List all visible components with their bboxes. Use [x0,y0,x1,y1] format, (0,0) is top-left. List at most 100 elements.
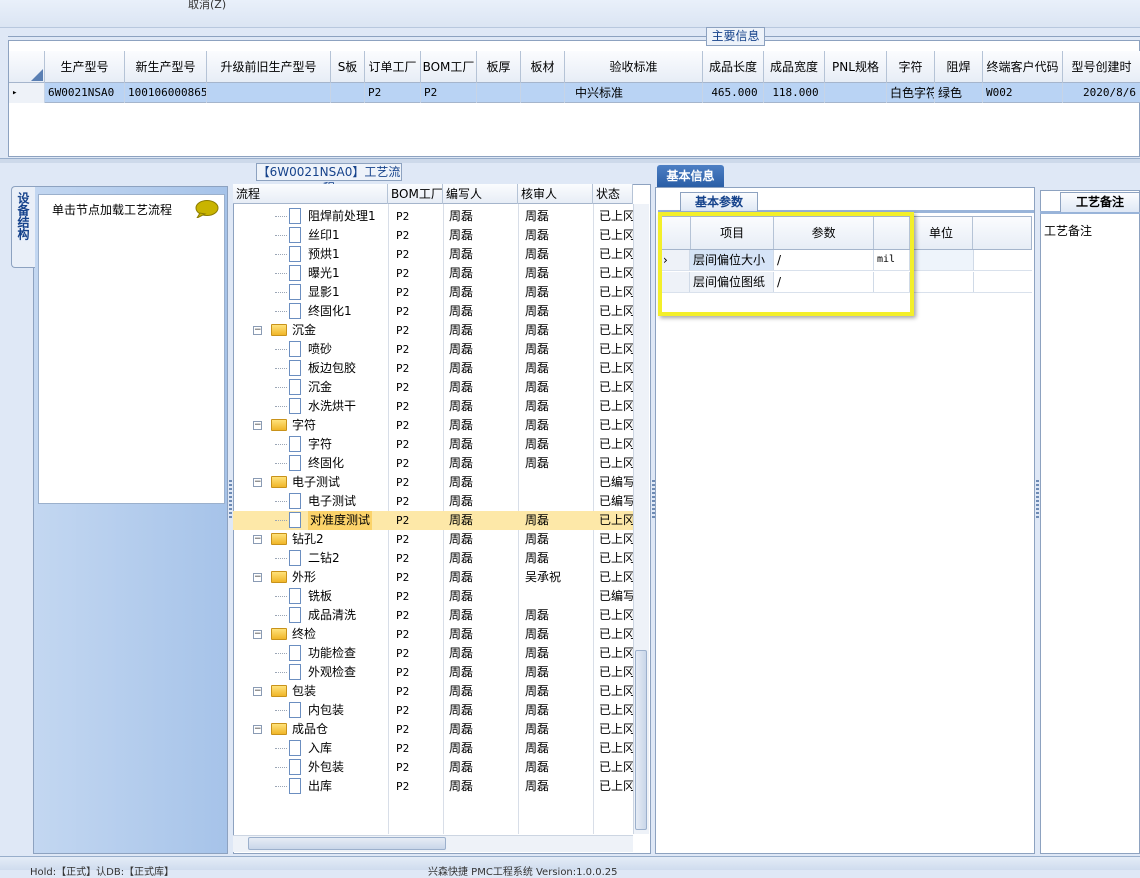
flow-node-label: 内包装 [308,703,345,717]
flow-tree-row[interactable]: 显影1 P2 周磊 周磊 已上冈 [233,283,633,302]
flow-cell-bom: P2 [396,571,410,584]
flow-node[interactable]: 丝印1 [233,226,388,245]
flow-node[interactable]: − 外形 [233,568,388,587]
main-col-header: 新生产型号 [125,51,207,83]
flow-tree-row[interactable]: 喷砂 P2 周磊 周磊 已上冈 [233,340,633,359]
flow-node[interactable]: 阻焊前处理1 [233,207,388,226]
flow-tree-row[interactable]: 终固化 P2 周磊 周磊 已上冈 [233,454,633,473]
collapse-icon[interactable]: − [253,725,262,734]
flow-cell-reviewer: 周磊 [525,266,550,280]
flow-tree-row[interactable]: 内包装 P2 周磊 周磊 已上冈 [233,701,633,720]
flow-node[interactable]: − 钻孔2 [233,530,388,549]
flow-tree-row[interactable]: − 终检 P2 周磊 周磊 已上冈 [233,625,633,644]
flow-node[interactable]: 出库 [233,777,388,796]
flow-node[interactable]: 终固化1 [233,302,388,321]
flow-node-label: 终检 [292,627,317,641]
tab-basic-params[interactable]: 基本参数 [680,192,758,211]
flow-tree-row[interactable]: 丝印1 P2 周磊 周磊 已上冈 [233,226,633,245]
collapse-icon[interactable]: − [253,573,262,582]
flow-tree-row[interactable]: 对准度测试 P2 周磊 周磊 已上冈 [233,511,633,530]
collapse-icon[interactable]: − [253,630,262,639]
flow-node[interactable]: 板边包胶 [233,359,388,378]
flow-tree-row[interactable]: 板边包胶 P2 周磊 周磊 已上冈 [233,359,633,378]
flow-tree-row[interactable]: − 字符 P2 周磊 周磊 已上冈 [233,416,633,435]
flow-node[interactable]: 喷砂 [233,340,388,359]
flow-cell-reviewer: 周磊 [525,684,550,698]
horizontal-splitter[interactable] [0,158,1140,163]
flow-node[interactable]: − 成品仓 [233,720,388,739]
params-col-unit: 单位 [910,217,974,249]
load-flow-hint: 单击节点加载工艺流程 [52,203,173,217]
flow-node[interactable]: 终固化 [233,454,388,473]
flow-cell-status: 已上冈 [599,608,633,622]
flow-tree-row[interactable]: 出库 P2 周磊 周磊 已上冈 [233,777,633,796]
flow-node[interactable]: − 终检 [233,625,388,644]
flow-node[interactable]: 预烘1 [233,245,388,264]
main-cell: 465.000 [703,83,764,103]
flow-tree-row[interactable]: − 电子测试 P2 周磊 已编写 [233,473,633,492]
flow-horizontal-scroll-thumb[interactable] [248,837,446,850]
flow-node[interactable]: 功能检查 [233,644,388,663]
flow-tree-row[interactable]: 电子测试 P2 周磊 已编写 [233,492,633,511]
flow-tree-row[interactable]: 字符 P2 周磊 周磊 已上冈 [233,435,633,454]
flow-tree-row[interactable]: 外包装 P2 周磊 周磊 已上冈 [233,758,633,777]
flow-tree-row[interactable]: 成品清洗 P2 周磊 周磊 已上冈 [233,606,633,625]
splitter-grip[interactable] [652,480,655,520]
flow-node[interactable]: 二钻2 [233,549,388,568]
tree-connector [275,273,287,274]
flow-node[interactable]: 沉金 [233,378,388,397]
flow-node[interactable]: 外包装 [233,758,388,777]
flow-tree-row[interactable]: − 沉金 P2 周磊 周磊 已上冈 [233,321,633,340]
flow-node[interactable]: 成品清洗 [233,606,388,625]
main-grid-row[interactable]: ▸6W0021NSA010010600086522 P2P2 中兴标准465.000… [9,83,1140,103]
flow-node[interactable]: − 包装 [233,682,388,701]
splitter-grip[interactable] [229,480,232,520]
flow-node[interactable]: 曝光1 [233,264,388,283]
collapse-icon[interactable]: − [253,478,262,487]
flow-node[interactable]: 对准度测试 [233,511,388,530]
flow-tree-row[interactable]: 功能检查 P2 周磊 周磊 已上冈 [233,644,633,663]
flow-tree-row[interactable]: 预烘1 P2 周磊 周磊 已上冈 [233,245,633,264]
flow-cell-status: 已上冈 [599,399,633,413]
flow-node[interactable]: 铣板 [233,587,388,606]
flow-tree-row[interactable]: − 包装 P2 周磊 周磊 已上冈 [233,682,633,701]
flow-node[interactable]: − 电子测试 [233,473,388,492]
collapse-icon[interactable]: − [253,421,262,430]
collapse-icon[interactable]: − [253,326,262,335]
flow-node[interactable]: 内包装 [233,701,388,720]
cancel-button[interactable]: 取消(Z) [188,0,226,12]
flow-tree-row[interactable]: 水洗烘干 P2 周磊 周磊 已上冈 [233,397,633,416]
collapse-icon[interactable]: − [253,535,262,544]
flow-tree-row[interactable]: 外观检查 P2 周磊 周磊 已上冈 [233,663,633,682]
document-icon [289,550,301,566]
flow-cell-writer: 周磊 [449,304,474,318]
flow-node[interactable]: − 字符 [233,416,388,435]
flow-node[interactable]: 电子测试 [233,492,388,511]
flow-tree-row[interactable]: 入库 P2 周磊 周磊 已上冈 [233,739,633,758]
flow-vertical-scroll-thumb[interactable] [635,650,647,830]
flow-tree-row[interactable]: − 外形 P2 周磊 吴承祝 已上冈 [233,568,633,587]
equipment-tree-box[interactable] [38,194,225,504]
flow-tree-row[interactable]: 铣板 P2 周磊 已编写 [233,587,633,606]
tab-process-remarks[interactable]: 工艺备注 [1060,192,1140,212]
folder-icon [271,571,287,583]
splitter-grip[interactable] [1036,480,1039,520]
flow-node[interactable]: − 沉金 [233,321,388,340]
flow-tree-row[interactable]: 终固化1 P2 周磊 周磊 已上冈 [233,302,633,321]
main-cell: 118.000 [764,83,825,103]
flow-node[interactable]: 字符 [233,435,388,454]
flow-node[interactable]: 水洗烘干 [233,397,388,416]
flow-tree-row[interactable]: − 钻孔2 P2 周磊 周磊 已上冈 [233,530,633,549]
flow-tree-row[interactable]: 沉金 P2 周磊 周磊 已上冈 [233,378,633,397]
flow-node[interactable]: 外观检查 [233,663,388,682]
collapse-icon[interactable]: − [253,687,262,696]
flow-tree-row[interactable]: 二钻2 P2 周磊 周磊 已上冈 [233,549,633,568]
flow-tree-row[interactable]: 曝光1 P2 周磊 周磊 已上冈 [233,264,633,283]
document-icon [289,398,301,414]
flow-node[interactable]: 入库 [233,739,388,758]
flow-tree-row[interactable]: − 成品仓 P2 周磊 周磊 已上冈 [233,720,633,739]
flow-node-label: 入库 [308,741,333,755]
flow-node[interactable]: 显影1 [233,283,388,302]
flow-tree-row[interactable]: 阻焊前处理1 P2 周磊 周磊 已上冈 [233,207,633,226]
tab-basic-info[interactable]: 基本信息 [657,165,724,187]
